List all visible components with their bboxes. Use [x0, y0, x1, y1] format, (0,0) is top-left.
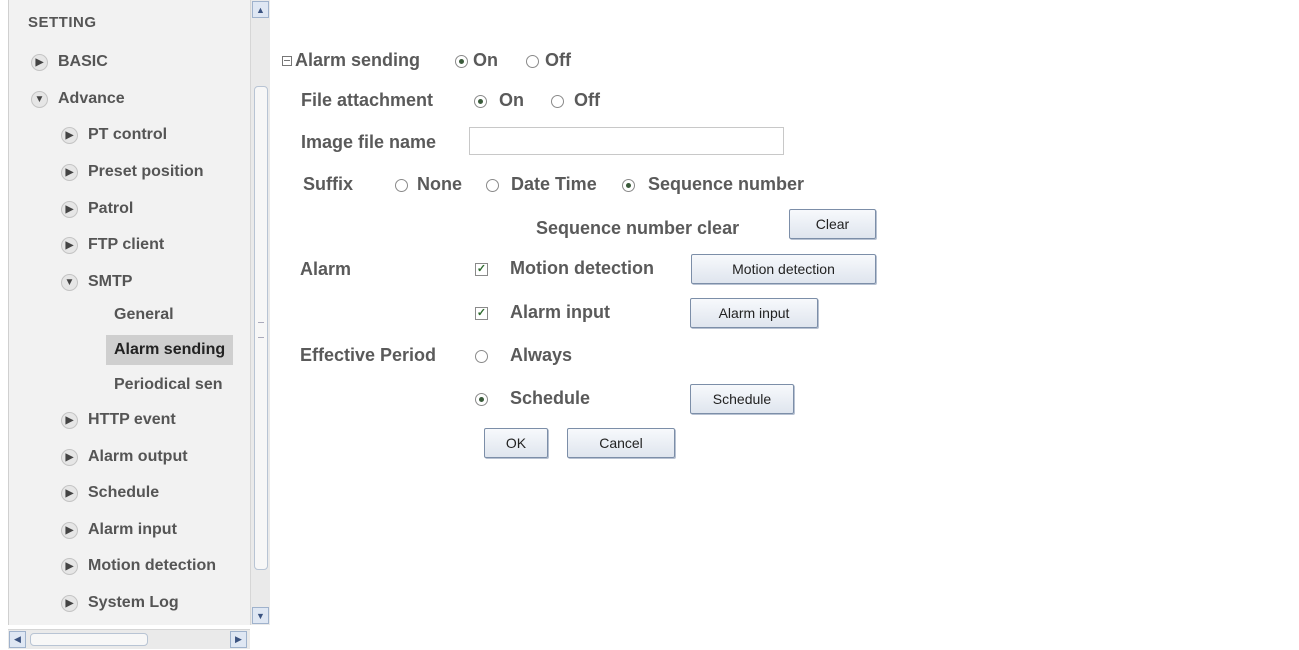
cancel-button[interactable]: Cancel [567, 428, 675, 458]
chevron-right-icon: ▶ [61, 163, 78, 181]
motion-detection-button[interactable]: Motion detection [691, 254, 876, 284]
chevron-right-icon: ▶ [61, 594, 78, 612]
chevron-right-icon: ▶ [31, 53, 48, 71]
nav-item-label: System Log [88, 594, 179, 611]
sidebar-vertical-scrollbar[interactable]: ▲ ▼ [250, 0, 270, 625]
file-attachment-label: File attachment [301, 90, 434, 110]
nav-item-label: PT control [88, 126, 168, 143]
schedule-button[interactable]: Schedule [690, 384, 794, 414]
nav-item-alarm-input[interactable]: ▶ Alarm input [61, 518, 177, 542]
nav-item-label: Schedule [88, 484, 160, 501]
alarm-sending-form: Alarm sending On Off File attachment On … [272, 0, 1299, 650]
suffix-date-time-radio[interactable] [486, 179, 499, 192]
chevron-right-icon: ▶ [61, 484, 78, 502]
nav-subitem-alarm-sending[interactable]: Alarm sending [106, 335, 234, 365]
chevron-right-icon: ▶ [61, 448, 78, 466]
nav-item-system-log[interactable]: ▶ System Log [61, 591, 179, 615]
nav-item-advance[interactable]: ▼ Advance [31, 87, 125, 111]
nav-subitem-general[interactable]: General [114, 300, 174, 330]
nav-item-http-event[interactable]: ▶ HTTP event [61, 408, 176, 432]
nav-item-smtp[interactable]: ▼ SMTP [61, 270, 132, 294]
scroll-down-icon[interactable]: ▼ [252, 607, 269, 624]
suffix-none-label: None [417, 174, 462, 194]
chevron-right-icon: ▶ [61, 200, 78, 218]
nav-item-preset-position[interactable]: ▶ Preset position [61, 160, 204, 184]
chevron-down-icon: ▼ [61, 273, 78, 291]
effective-period-always-radio[interactable] [475, 350, 488, 363]
motion-detection-label: Motion detection [510, 258, 654, 278]
nav-item-label: HTTP event [88, 411, 176, 428]
suffix-date-time-label: Date Time [511, 174, 597, 194]
collapse-icon[interactable] [282, 56, 292, 66]
alarm-sending-off-radio[interactable] [526, 55, 539, 68]
motion-detection-checkbox[interactable]: ✓ [475, 263, 488, 276]
nav-item-ftp-client[interactable]: ▶ FTP client [61, 233, 164, 257]
nav-heading: SETTING [28, 14, 97, 31]
nav-item-schedule[interactable]: ▶ Schedule [61, 481, 159, 505]
nav-item-label: FTP client [88, 236, 165, 253]
effective-period-label: Effective Period [300, 345, 437, 365]
nav-item-label: Motion detection [88, 557, 216, 574]
chevron-right-icon: ▶ [61, 411, 78, 429]
vertical-scroll-thumb[interactable] [254, 86, 268, 570]
alarm-sending-on-radio[interactable] [455, 55, 468, 68]
alarm-input-label: Alarm input [510, 302, 611, 322]
chevron-right-icon: ▶ [61, 236, 78, 254]
horizontal-scroll-thumb[interactable] [30, 633, 148, 646]
file-attachment-on-label: On [499, 90, 524, 110]
nav-item-label: Preset position [88, 163, 204, 180]
sidebar-horizontal-scrollbar[interactable]: ◀ ▶ [8, 629, 250, 649]
alarm-sending-off-label: Off [545, 50, 571, 70]
image-file-name-input[interactable] [469, 127, 784, 155]
file-attachment-off-radio[interactable] [551, 95, 564, 108]
alarm-label: Alarm [300, 259, 352, 279]
alarm-sending-on-label: On [473, 50, 498, 70]
suffix-label: Suffix [303, 174, 354, 194]
nav-item-alarm-output[interactable]: ▶ Alarm output [61, 445, 188, 469]
chevron-right-icon: ▶ [61, 521, 78, 539]
chevron-right-icon: ▶ [61, 126, 78, 144]
suffix-sequence-number-label: Sequence number [648, 174, 805, 194]
nav-item-label: Alarm input [88, 521, 177, 538]
nav-item-pt-control[interactable]: ▶ PT control [61, 123, 167, 147]
nav-item-label: SMTP [88, 273, 133, 290]
scroll-grip-icon [258, 322, 264, 338]
settings-nav-pane: SETTING ▶ BASIC ▼ Advance ▶ PT control ▶… [8, 0, 251, 625]
nav-item-label: Advance [58, 90, 125, 107]
nav-item-label: Patrol [88, 200, 134, 217]
effective-period-schedule-label: Schedule [510, 388, 591, 408]
clear-button[interactable]: Clear [789, 209, 876, 239]
chevron-right-icon: ▶ [61, 557, 78, 575]
nav-item-motion-detection[interactable]: ▶ Motion detection [61, 554, 216, 578]
alarm-input-checkbox[interactable]: ✓ [475, 307, 488, 320]
scroll-up-icon[interactable]: ▲ [252, 1, 269, 18]
sequence-number-clear-label: Sequence number clear [536, 218, 740, 238]
nav-item-label: BASIC [58, 53, 108, 70]
scroll-right-icon[interactable]: ▶ [230, 631, 247, 648]
suffix-sequence-number-radio[interactable] [622, 179, 635, 192]
effective-period-always-label: Always [510, 345, 573, 365]
ok-button[interactable]: OK [484, 428, 548, 458]
alarm-input-button[interactable]: Alarm input [690, 298, 818, 328]
settings-sidebar: SETTING ▶ BASIC ▼ Advance ▶ PT control ▶… [0, 0, 272, 650]
alarm-sending-label: Alarm sending [295, 50, 421, 70]
nav-item-basic[interactable]: ▶ BASIC [31, 50, 108, 74]
nav-subitem-periodical-sending[interactable]: Periodical sen [114, 370, 223, 400]
chevron-down-icon: ▼ [31, 90, 48, 108]
image-file-name-label: Image file name [301, 132, 437, 152]
nav-item-label: Alarm output [88, 448, 188, 465]
scroll-left-icon[interactable]: ◀ [9, 631, 26, 648]
suffix-none-radio[interactable] [395, 179, 408, 192]
file-attachment-on-radio[interactable] [474, 95, 487, 108]
nav-item-patrol[interactable]: ▶ Patrol [61, 197, 133, 221]
file-attachment-off-label: Off [574, 90, 600, 110]
effective-period-schedule-radio[interactable] [475, 393, 488, 406]
